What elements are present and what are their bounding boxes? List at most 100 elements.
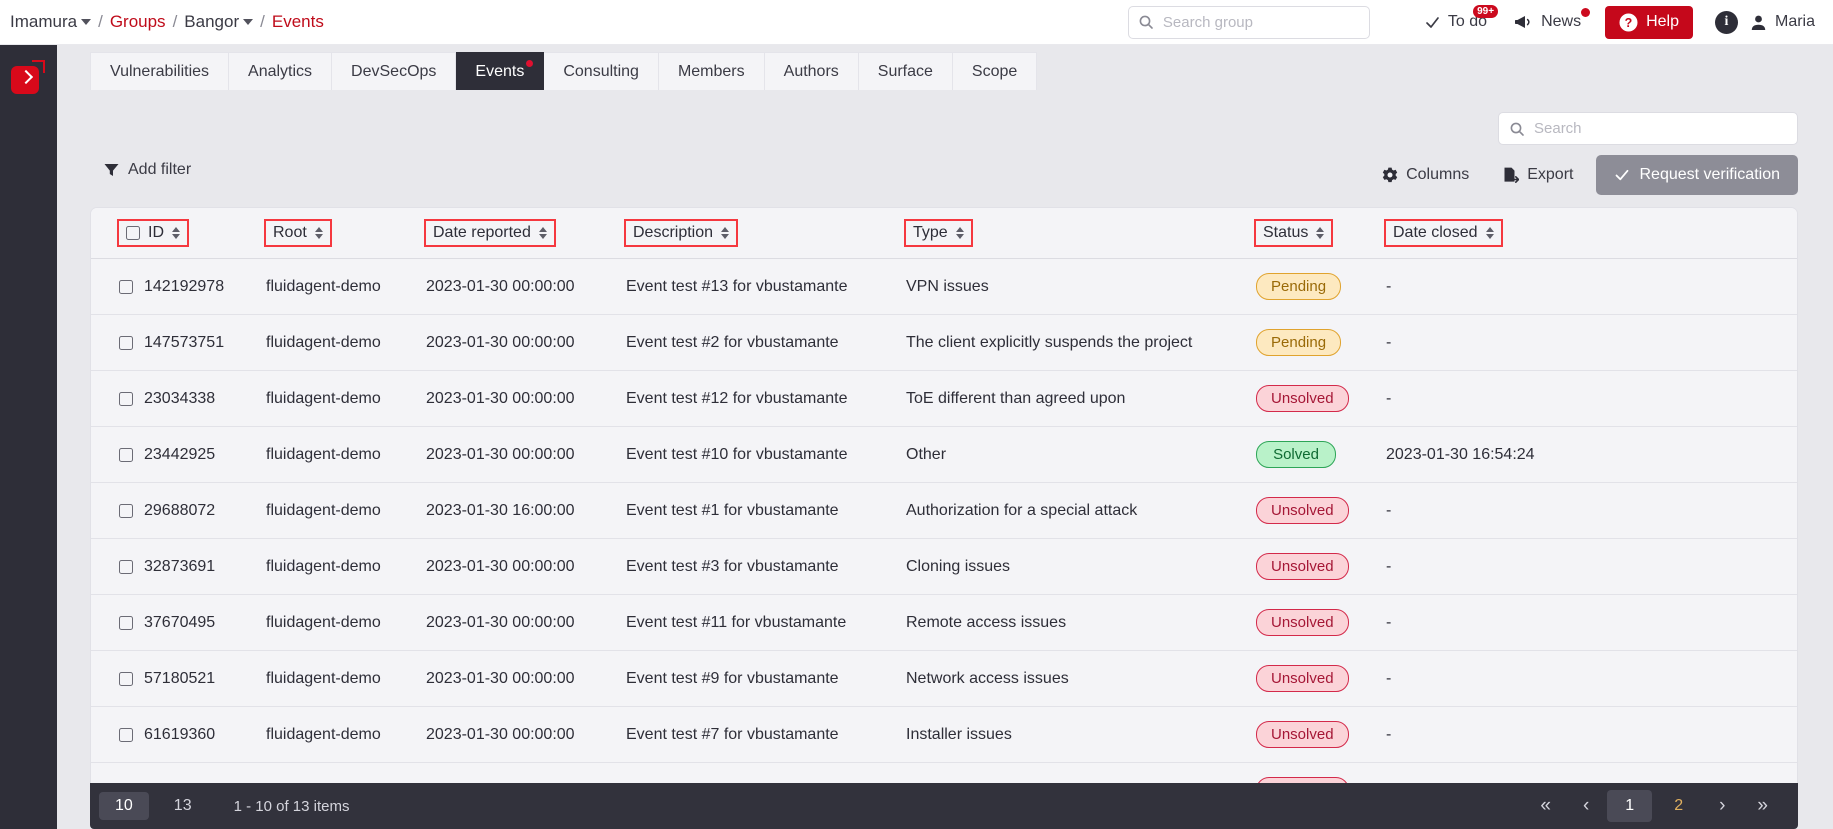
- tab-surface[interactable]: Surface: [858, 52, 953, 90]
- tab-devsecops[interactable]: DevSecOps: [332, 52, 457, 90]
- select-all-checkbox[interactable]: [126, 226, 140, 240]
- column-header-content: Description: [623, 219, 739, 247]
- pagination-last-button[interactable]: »: [1743, 791, 1782, 821]
- table-head: ID Root Date reported Description Type Status…: [91, 208, 1797, 259]
- cell-id: 23034338: [91, 370, 266, 427]
- row-checkbox[interactable]: [119, 279, 133, 294]
- request-verification-button[interactable]: Request verification: [1596, 155, 1798, 195]
- app-logo-icon[interactable]: [11, 60, 45, 94]
- sort-toggle-icon[interactable]: [955, 227, 964, 239]
- sort-toggle-icon[interactable]: [721, 227, 730, 239]
- cell-type: The client explicitly suspends the proje…: [906, 314, 1256, 371]
- cell-date-reported: 2023-01-30 00:00:00: [426, 706, 626, 763]
- table-row[interactable]: 142192978 fluidagent-demo 2023-01-30 00:00…: [91, 258, 1797, 315]
- row-checkbox[interactable]: [119, 447, 133, 462]
- row-checkbox[interactable]: [119, 503, 133, 518]
- group-search-input[interactable]: [1162, 13, 1360, 31]
- tab-scope[interactable]: Scope: [952, 52, 1038, 90]
- sort-toggle-icon[interactable]: [538, 227, 547, 239]
- sort-toggle-icon[interactable]: [314, 227, 323, 239]
- table-search[interactable]: [1498, 112, 1798, 145]
- tab-members[interactable]: Members: [658, 52, 765, 90]
- pagination-next-button[interactable]: ›: [1705, 791, 1739, 821]
- breadcrumb-item-groups[interactable]: Groups: [110, 12, 166, 32]
- request-verification-label: Request verification: [1639, 166, 1780, 183]
- pagination-controls: «‹ 1 2 ›»: [1526, 790, 1782, 822]
- column-header-root[interactable]: Root: [264, 208, 426, 259]
- pagination-page-2[interactable]: 2: [1656, 790, 1701, 822]
- table-search-input[interactable]: [1534, 120, 1787, 137]
- events-table: ID Root Date reported Description Type Status…: [91, 208, 1797, 818]
- breadcrumb-label: Bangor: [184, 12, 240, 31]
- search-icon: [1509, 121, 1525, 137]
- column-header-date-closed[interactable]: Date closed: [1384, 208, 1797, 259]
- row-checkbox[interactable]: [119, 335, 133, 350]
- cell-root: fluidagent-demo: [266, 538, 426, 595]
- breadcrumb-item-bangor[interactable]: Bangor: [184, 12, 254, 32]
- table-row[interactable]: 37670495 fluidagent-demo 2023-01-30 00:00:…: [91, 594, 1797, 651]
- export-button[interactable]: Export: [1486, 158, 1590, 192]
- table-row[interactable]: 61619360 fluidagent-demo 2023-01-30 00:00:…: [91, 706, 1797, 763]
- cell-status: Unsolved: [1256, 706, 1386, 763]
- tab-label: Analytics: [248, 62, 313, 80]
- table-row[interactable]: 32873691 fluidagent-demo 2023-01-30 00:00:…: [91, 538, 1797, 595]
- column-header-type[interactable]: Type: [904, 208, 1256, 259]
- info-icon[interactable]: i: [1714, 10, 1738, 34]
- breadcrumb-item-imamura[interactable]: Imamura: [10, 12, 92, 32]
- table-row[interactable]: 29688072 fluidagent-demo 2023-01-30 16:00:…: [91, 482, 1797, 539]
- todo-button[interactable]: To do 99+: [1410, 0, 1501, 45]
- column-header-label: Status: [1263, 224, 1309, 241]
- tab-analytics[interactable]: Analytics: [229, 52, 333, 90]
- filter-icon: [104, 163, 119, 177]
- pagination-page-1[interactable]: 1: [1607, 790, 1653, 822]
- pagination-first-button[interactable]: «: [1526, 791, 1565, 821]
- row-checkbox[interactable]: [119, 391, 133, 406]
- columns-button[interactable]: Columns: [1365, 158, 1486, 192]
- help-button[interactable]: ? Help: [1605, 5, 1693, 39]
- cell-root: fluidagent-demo: [266, 314, 426, 371]
- add-filter-button[interactable]: Add filter: [104, 161, 191, 179]
- tab-vulnerabilities[interactable]: Vulnerabilities: [90, 52, 230, 90]
- cell-root: fluidagent-demo: [266, 594, 426, 651]
- table-row[interactable]: 23442925 fluidagent-demo 2023-01-30 00:00:…: [91, 426, 1797, 483]
- tab-events[interactable]: Events: [456, 52, 545, 90]
- header-actions: To do 99+ News ?: [1127, 0, 1833, 45]
- news-button[interactable]: News: [1501, 0, 1595, 45]
- table-row[interactable]: 23034338 fluidagent-demo 2023-01-30 00:00:…: [91, 370, 1797, 427]
- sort-toggle-icon[interactable]: [172, 227, 180, 239]
- row-checkbox[interactable]: [119, 727, 133, 742]
- breadcrumb-label: Groups: [109, 12, 166, 31]
- page-size-option-10[interactable]: 10: [99, 792, 149, 820]
- tab-consulting[interactable]: Consulting: [544, 52, 659, 90]
- pagination-range-label: 1 - 10 of 13 items: [233, 797, 350, 815]
- check-icon: [1614, 167, 1630, 183]
- left-rail: [0, 45, 57, 829]
- column-header-description[interactable]: Description: [623, 208, 906, 259]
- sort-toggle-icon[interactable]: [1485, 227, 1494, 239]
- pagination-prev-button[interactable]: ‹: [1569, 791, 1603, 821]
- table-row[interactable]: 57180521 fluidagent-demo 2023-01-30 00:00:…: [91, 650, 1797, 707]
- status-badge: Unsolved: [1256, 553, 1349, 580]
- cell-type: Other: [906, 426, 1256, 483]
- cell-id: 147573751: [91, 314, 266, 371]
- row-checkbox[interactable]: [119, 559, 133, 574]
- column-header-status[interactable]: Status: [1253, 208, 1386, 259]
- row-checkbox[interactable]: [119, 615, 133, 630]
- cell-description: Event test #1 for vbustamante: [626, 482, 906, 539]
- breadcrumb-label: Imamura: [10, 12, 78, 31]
- user-menu[interactable]: Maria: [1750, 13, 1815, 31]
- cell-status: Unsolved: [1256, 650, 1386, 707]
- column-header-date-reported[interactable]: Date reported: [424, 208, 626, 259]
- row-checkbox[interactable]: [119, 671, 133, 686]
- columns-label: Columns: [1406, 166, 1470, 183]
- page-size-option-13[interactable]: 13: [158, 792, 208, 820]
- group-search[interactable]: [1127, 5, 1370, 39]
- column-header-content: Type: [904, 219, 973, 247]
- breadcrumb-item-events[interactable]: Events: [272, 12, 324, 32]
- sort-toggle-icon[interactable]: [1316, 227, 1325, 239]
- cell-date-reported: 2023-01-30 00:00:00: [426, 258, 626, 315]
- column-header-id[interactable]: ID: [91, 208, 266, 259]
- tab-authors[interactable]: Authors: [764, 52, 859, 90]
- table-row[interactable]: 147573751 fluidagent-demo 2023-01-30 00:00…: [91, 314, 1797, 371]
- column-header-content: ID: [117, 219, 189, 247]
